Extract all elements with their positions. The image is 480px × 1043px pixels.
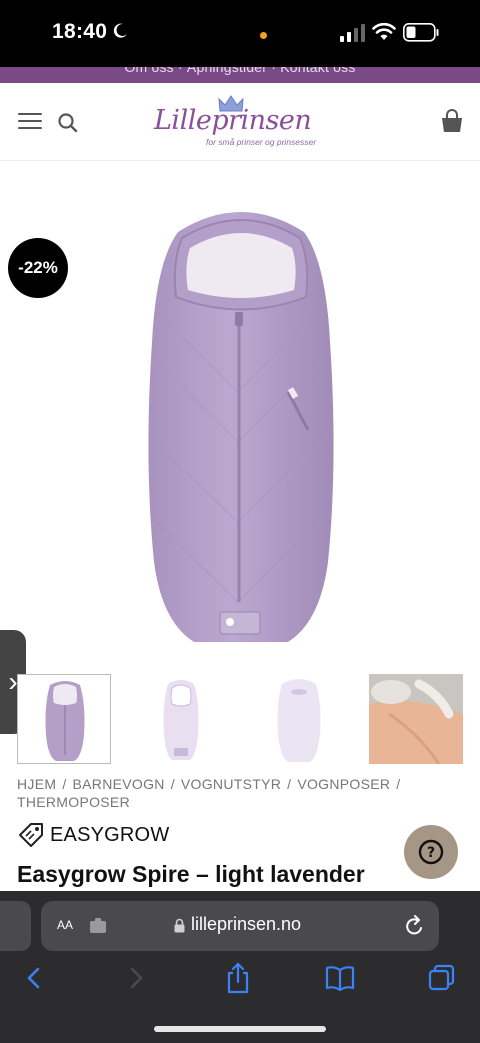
logo-text: Lilleprinsen xyxy=(154,105,312,136)
help-button[interactable]: ? xyxy=(404,825,458,879)
status-bar: 18:40 xyxy=(0,0,480,67)
product-image[interactable] xyxy=(138,202,344,652)
wifi-icon xyxy=(372,22,396,40)
breadcrumb-thermoposer[interactable]: THERMOPOSER xyxy=(17,794,130,810)
site-logo[interactable]: Lilleprinsen for små prinser og prinsess… xyxy=(150,95,340,155)
breadcrumb-barnevogn[interactable]: BARNEVOGN xyxy=(73,776,165,792)
forward-icon[interactable] xyxy=(120,961,152,995)
thumbnail-image xyxy=(134,674,228,764)
home-indicator xyxy=(154,1026,326,1032)
breadcrumb-vognutstyr[interactable]: VOGNUTSTYR xyxy=(181,776,281,792)
aa-label: AA xyxy=(57,918,74,932)
back-icon[interactable] xyxy=(18,961,50,995)
logo-tagline: for små prinser og prinsesser xyxy=(206,137,317,147)
url-text: lilleprinsen.no xyxy=(191,914,302,934)
product-title: Easygrow Spire – light lavender xyxy=(17,861,365,887)
search-icon[interactable] xyxy=(57,112,79,134)
thumbnail-image xyxy=(252,674,346,764)
status-time: 18:40 xyxy=(52,20,108,43)
thumbnail-3[interactable] xyxy=(252,674,346,764)
thumbnail-2[interactable] xyxy=(134,674,228,764)
breadcrumb-vognposer[interactable]: VOGNPOSER xyxy=(297,776,390,792)
brand-link[interactable]: EASYGROW xyxy=(50,824,169,847)
brand-row: EASYGROW xyxy=(17,822,169,848)
svg-text:?: ? xyxy=(427,845,435,861)
cellular-signal-icon xyxy=(340,24,365,42)
bookmarks-icon[interactable] xyxy=(324,961,356,995)
thumbnail-1[interactable] xyxy=(17,674,111,764)
breadcrumb-separator: / xyxy=(170,776,175,792)
previous-tab-preview[interactable] xyxy=(0,901,31,951)
breadcrumb-separator: / xyxy=(396,776,401,792)
thumbnail-image xyxy=(18,675,110,763)
discount-badge: -22% xyxy=(8,238,68,298)
privacy-indicator-dot xyxy=(260,32,267,39)
breadcrumb-separator: / xyxy=(62,776,67,792)
shopping-bag-icon[interactable] xyxy=(440,109,464,133)
thumbnail-4[interactable] xyxy=(369,674,463,764)
site-header: Lilleprinsen for små prinser og prinsess… xyxy=(0,83,480,161)
thumbnail-image xyxy=(369,674,463,764)
battery-icon xyxy=(403,23,439,42)
moon-icon xyxy=(113,23,127,38)
breadcrumb-separator: / xyxy=(287,776,292,792)
question-icon: ? xyxy=(418,839,444,865)
lock-icon xyxy=(174,918,185,933)
breadcrumb: HJEM / BARNEVOGN / VOGNUTSTYR / VOGNPOSER / THER… xyxy=(17,775,467,811)
address-bar[interactable]: AA lilleprinsen.no xyxy=(41,901,439,951)
tag-icon xyxy=(19,823,43,847)
breadcrumb-home[interactable]: HJEM xyxy=(17,776,56,792)
product-gallery: -22% xyxy=(0,162,480,672)
share-icon[interactable] xyxy=(222,961,254,995)
reload-icon[interactable] xyxy=(405,915,425,937)
browser-toolbar: AA lilleprinsen.no xyxy=(0,891,480,1043)
top-links-text[interactable]: Om oss · Åpningstider · Kontakt oss xyxy=(0,67,480,75)
extension-icon[interactable] xyxy=(89,918,107,934)
reader-options-button[interactable]: AA xyxy=(57,916,73,934)
menu-icon[interactable] xyxy=(18,113,42,131)
top-links-strip: Om oss · Åpningstider · Kontakt oss xyxy=(0,67,480,83)
tabs-icon[interactable] xyxy=(426,961,458,995)
